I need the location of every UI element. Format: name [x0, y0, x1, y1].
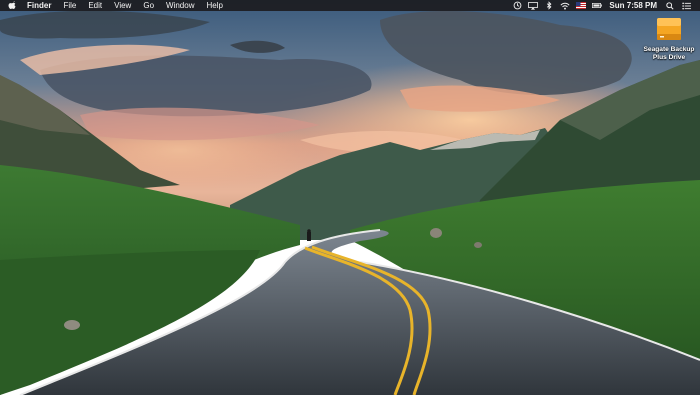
drive-label: Seagate Backup Plus Drive: [640, 46, 698, 62]
notification-center-icon[interactable]: [681, 1, 691, 10]
drive-label-line1: Seagate Backup: [643, 46, 695, 53]
menu-help[interactable]: Help: [200, 0, 228, 11]
menu-file[interactable]: File: [57, 0, 82, 11]
wifi-icon[interactable]: [560, 1, 570, 10]
us-flag-icon[interactable]: [576, 1, 587, 10]
menu-window[interactable]: Window: [160, 0, 200, 11]
sync-icon[interactable]: [512, 1, 522, 10]
menubar-clock[interactable]: Sun 7:58 PM: [605, 0, 662, 11]
bluetooth-icon[interactable]: [544, 1, 554, 10]
menu-edit[interactable]: Edit: [82, 0, 108, 11]
desktop-drive-item[interactable]: Seagate Backup Plus Drive: [640, 14, 698, 62]
apple-menu-icon[interactable]: [8, 0, 17, 11]
battery-icon[interactable]: [592, 1, 603, 10]
drive-label-line2: Plus Drive: [652, 54, 686, 61]
menu-bar: Finder File Edit View Go Window Help Sun…: [0, 0, 700, 11]
menu-view[interactable]: View: [108, 0, 137, 11]
desktop-wallpaper: [0, 0, 700, 395]
airplay-icon[interactable]: [528, 1, 539, 10]
menu-go[interactable]: Go: [137, 0, 160, 11]
external-drive-icon: [655, 14, 683, 44]
spotlight-search-icon[interactable]: [665, 1, 675, 10]
menu-finder[interactable]: Finder: [25, 0, 57, 11]
